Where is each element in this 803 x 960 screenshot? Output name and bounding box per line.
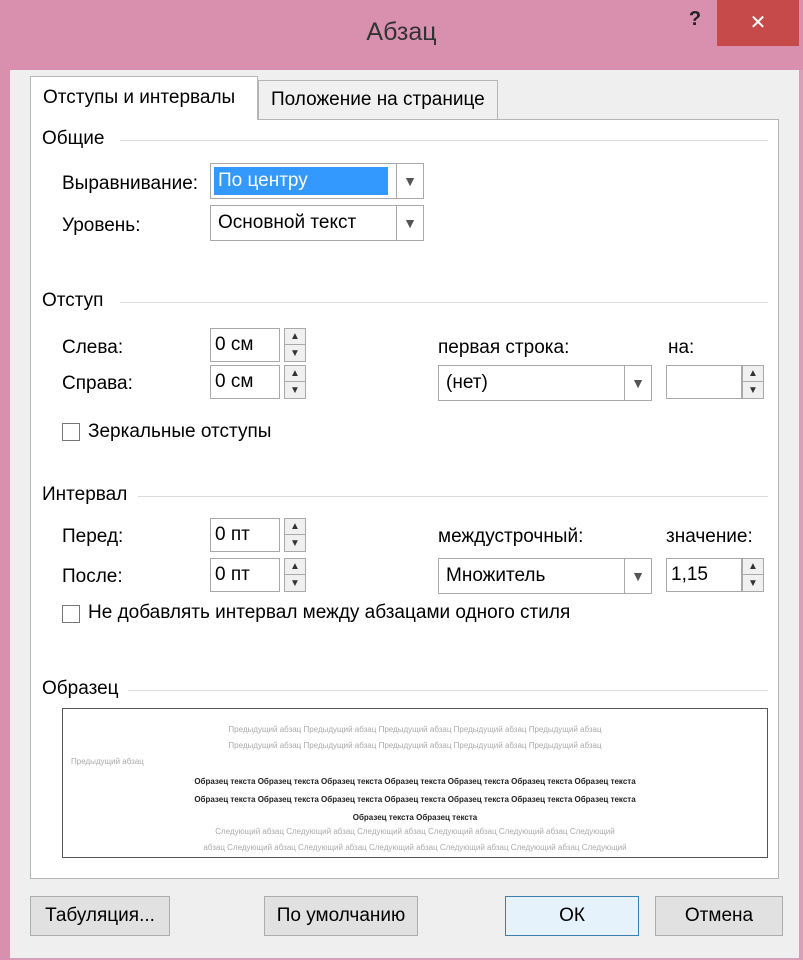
close-button[interactable]: ✕ — [717, 0, 799, 46]
spin-up-icon[interactable]: ▲ — [285, 519, 305, 535]
spacing-before-input[interactable]: 0 пт — [210, 518, 280, 552]
line-spacing-select[interactable]: Множитель ▼ — [438, 558, 652, 594]
level-value: Основной текст — [218, 212, 357, 233]
spin-up-icon[interactable]: ▲ — [285, 559, 305, 575]
chevron-down-icon[interactable]: ▼ — [624, 559, 651, 593]
ok-button[interactable]: ОК — [505, 896, 639, 936]
spacing-before-spinner[interactable]: 0 пт ▲ ▼ — [210, 518, 310, 552]
preview-prev-line: Предыдущий абзац Предыдущий абзац Предыд… — [228, 725, 602, 734]
indent-left-label: Слева: — [62, 337, 124, 358]
spin-up-icon[interactable]: ▲ — [285, 366, 305, 382]
section-indent-title: Отступ — [42, 290, 104, 311]
preview-box: Предыдущий абзац Предыдущий абзац Предыд… — [62, 708, 768, 858]
preview-sample-line: Образец текста Образец текста Образец те… — [194, 795, 636, 804]
indent-right-input[interactable]: 0 см — [210, 365, 280, 399]
line-spacing-value: Множитель — [446, 565, 546, 586]
chevron-down-icon[interactable]: ▼ — [396, 206, 423, 240]
spin-up-icon[interactable]: ▲ — [285, 329, 305, 345]
section-general-title: Общие — [42, 128, 105, 149]
spinner-buttons[interactable]: ▲ ▼ — [284, 328, 306, 362]
section-preview-title: Образец — [42, 678, 119, 699]
preview-sample-line: Образец текста Образец текста Образец те… — [194, 777, 636, 786]
preview-prev-line: Предыдущий абзац — [71, 757, 144, 766]
spacing-before-label: Перед: — [62, 526, 124, 547]
indent-right-spinner[interactable]: 0 см ▲ ▼ — [210, 365, 310, 399]
line-spacing-label: междустрочный: — [438, 526, 584, 547]
section-divider — [128, 690, 768, 691]
level-label: Уровень: — [62, 215, 141, 236]
spin-down-icon[interactable]: ▼ — [285, 575, 305, 591]
preview-next-line: абзац Следующий абзац Следующий абзац Сл… — [203, 843, 627, 852]
spinner-buttons[interactable]: ▲ ▼ — [742, 365, 764, 399]
first-line-label: первая строка: — [438, 337, 570, 358]
spin-down-icon[interactable]: ▼ — [285, 345, 305, 361]
mirror-indents-label[interactable]: Зеркальные отступы — [88, 421, 271, 443]
section-divider — [120, 140, 768, 141]
alignment-select[interactable]: По центру ▼ — [210, 163, 424, 199]
spacing-at-label: значение: — [666, 526, 753, 547]
indent-right-label: Справа: — [62, 373, 133, 394]
close-icon: ✕ — [749, 12, 767, 34]
cancel-button[interactable]: Отмена — [655, 896, 783, 936]
spinner-buttons[interactable]: ▲ ▼ — [284, 518, 306, 552]
spin-up-icon[interactable]: ▲ — [743, 366, 763, 382]
tabs-button[interactable]: Табуляция... — [30, 896, 170, 936]
no-space-same-style-checkbox[interactable] — [62, 605, 80, 623]
section-divider — [138, 496, 768, 497]
chevron-down-icon[interactable]: ▼ — [396, 164, 423, 198]
indent-left-spinner[interactable]: 0 см ▲ ▼ — [210, 328, 310, 362]
set-default-button[interactable]: По умолчанию — [264, 896, 418, 936]
spin-up-icon[interactable]: ▲ — [743, 559, 763, 575]
indent-left-input[interactable]: 0 см — [210, 328, 280, 362]
spinner-buttons[interactable]: ▲ ▼ — [742, 558, 764, 592]
preview-next-line: Следующий абзац Следующий абзац Следующи… — [215, 827, 615, 836]
spacing-after-spinner[interactable]: 0 пт ▲ ▼ — [210, 558, 310, 592]
spin-down-icon[interactable]: ▼ — [743, 575, 763, 591]
section-divider — [120, 302, 768, 303]
spacing-at-input[interactable]: 1,15 — [666, 558, 742, 592]
spacing-after-label: После: — [62, 566, 123, 587]
spin-down-icon[interactable]: ▼ — [285, 535, 305, 551]
spacing-at-spinner[interactable]: 1,15 ▲ ▼ — [666, 558, 766, 592]
indent-by-input[interactable] — [666, 365, 742, 399]
section-spacing-title: Интервал — [42, 484, 128, 505]
help-button[interactable]: ? — [680, 8, 710, 38]
spin-down-icon[interactable]: ▼ — [743, 382, 763, 398]
first-line-value: (нет) — [446, 372, 488, 393]
alignment-label: Выравнивание: — [62, 173, 199, 194]
mirror-indents-checkbox[interactable] — [62, 423, 80, 441]
tab-indents-spacing[interactable]: Отступы и интервалы — [30, 76, 258, 120]
spin-down-icon[interactable]: ▼ — [285, 382, 305, 398]
spinner-buttons[interactable]: ▲ ▼ — [284, 365, 306, 399]
window-border — [0, 0, 10, 960]
alignment-value: По центру — [214, 167, 388, 195]
no-space-same-style-label[interactable]: Не добавлять интервал между абзацами одн… — [88, 602, 570, 624]
tab-line-page-breaks[interactable]: Положение на странице — [258, 80, 498, 120]
indent-by-spinner[interactable]: ▲ ▼ — [666, 365, 766, 399]
spacing-after-input[interactable]: 0 пт — [210, 558, 280, 592]
indent-by-label: на: — [668, 337, 695, 358]
level-select[interactable]: Основной текст ▼ — [210, 205, 424, 241]
preview-prev-line: Предыдущий абзац Предыдущий абзац Предыд… — [228, 741, 602, 750]
chevron-down-icon[interactable]: ▼ — [624, 366, 651, 400]
spinner-buttons[interactable]: ▲ ▼ — [284, 558, 306, 592]
preview-sample-line: Образец текста Образец текста — [352, 813, 478, 822]
first-line-select[interactable]: (нет) ▼ — [438, 365, 652, 401]
